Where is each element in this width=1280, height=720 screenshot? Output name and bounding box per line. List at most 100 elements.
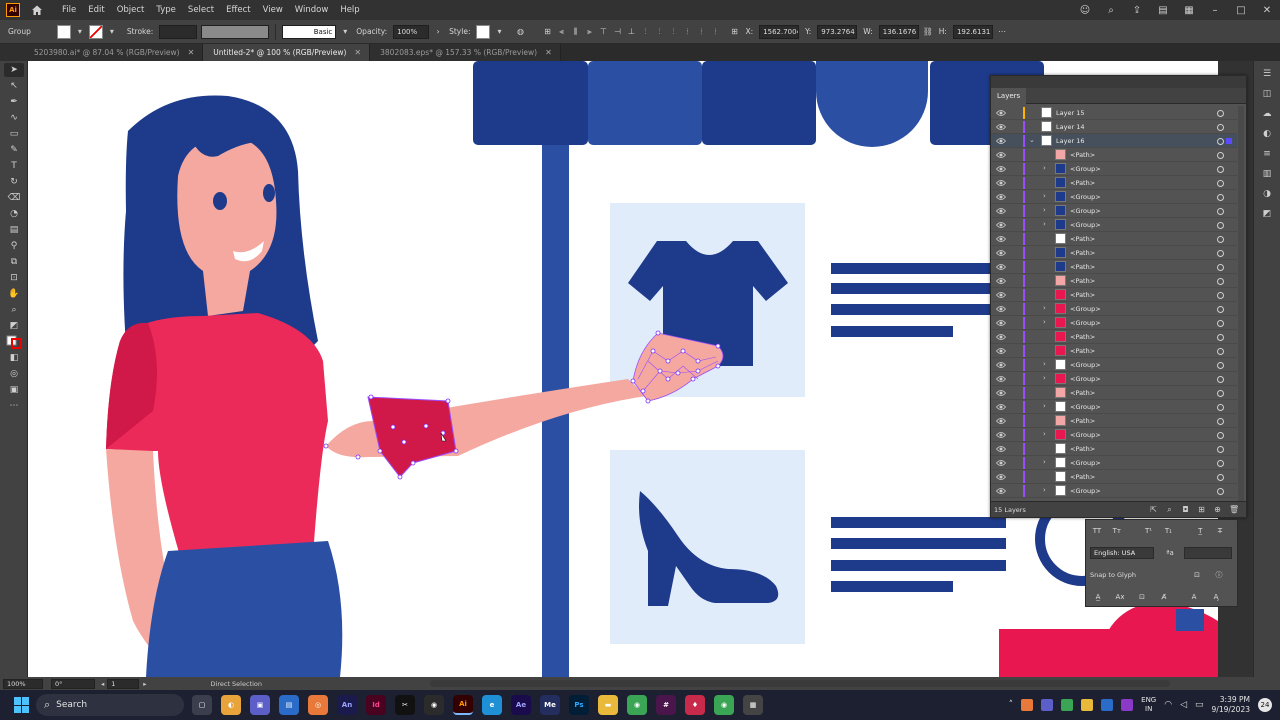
curvature-tool-icon[interactable]: ∿ <box>4 111 24 125</box>
color-icon[interactable]: ◐ <box>1260 127 1274 141</box>
after-effects-app-icon[interactable]: Ae <box>511 695 531 715</box>
layers-scrollbar[interactable] <box>1238 106 1244 502</box>
illustrator-app-icon[interactable]: Ai <box>453 695 473 715</box>
distribute-left-icon[interactable]: ⦙ <box>681 25 693 39</box>
arrange-documents-icon[interactable]: ▤ <box>1156 3 1170 17</box>
panel-titlebar[interactable] <box>991 76 1246 88</box>
chevron-down-icon[interactable]: ▾ <box>106 25 118 39</box>
teams-icon[interactable]: ▣ <box>250 695 270 715</box>
workspace-icon[interactable]: ▦ <box>1182 3 1196 17</box>
visibility-eye-icon[interactable] <box>995 347 1007 355</box>
layer-row[interactable]: Layer 14 <box>991 120 1237 134</box>
layer-name[interactable]: <Path> <box>1070 473 1095 481</box>
menu-effect[interactable]: Effect <box>220 0 256 20</box>
layer-name[interactable]: <Path> <box>1070 151 1095 159</box>
visibility-eye-icon[interactable] <box>995 249 1007 257</box>
layer-row[interactable]: Layer 15 <box>991 106 1237 120</box>
chevron-right-icon[interactable]: › <box>1043 486 1046 494</box>
layer-row[interactable]: › <Group> <box>991 218 1237 232</box>
layer-row[interactable]: › <Group> <box>991 484 1237 498</box>
screen-mode-icon[interactable]: ▣ <box>4 383 24 397</box>
visibility-eye-icon[interactable] <box>995 137 1007 145</box>
chevron-right-icon[interactable]: › <box>1043 206 1046 214</box>
visibility-eye-icon[interactable] <box>995 235 1007 243</box>
visibility-eye-icon[interactable] <box>995 473 1007 481</box>
transform-more-icon[interactable]: ⋯ <box>996 25 1008 39</box>
target-circle-icon[interactable] <box>1217 334 1224 341</box>
github-icon[interactable]: ◉ <box>424 695 444 715</box>
layer-name[interactable]: <Group> <box>1070 221 1101 229</box>
artboard-tool-icon[interactable]: ⊡ <box>4 271 24 285</box>
tray-app-icon[interactable] <box>1061 699 1074 711</box>
all-caps-icon[interactable]: TT <box>1090 525 1104 537</box>
target-circle-icon[interactable] <box>1217 124 1224 131</box>
target-circle-icon[interactable] <box>1217 432 1224 439</box>
visibility-eye-icon[interactable] <box>995 403 1007 411</box>
strikethrough-icon[interactable]: T̶ <box>1213 525 1227 537</box>
capcut-icon[interactable]: ✂ <box>395 695 415 715</box>
visibility-eye-icon[interactable] <box>995 193 1007 201</box>
transparency-icon[interactable]: ◑ <box>1260 187 1274 201</box>
type-tool-icon[interactable]: T <box>4 159 24 173</box>
chevron-down-icon[interactable]: ▾ <box>74 25 86 39</box>
target-circle-icon[interactable] <box>1217 474 1224 481</box>
stroke-icon[interactable]: ≡ <box>1260 147 1274 161</box>
slack-icon[interactable]: # <box>656 695 676 715</box>
target-circle-icon[interactable] <box>1217 390 1224 397</box>
gradient-tool-icon[interactable]: ▤ <box>4 223 24 237</box>
file-explorer-icon[interactable]: ▢ <box>192 695 212 715</box>
brush-definition-select[interactable]: Basic <box>282 24 337 39</box>
layer-name[interactable]: Layer 15 <box>1056 109 1084 117</box>
distribute-top-icon[interactable]: ⫶ <box>639 25 651 39</box>
visibility-eye-icon[interactable] <box>995 291 1007 299</box>
layer-name[interactable]: <Group> <box>1070 319 1101 327</box>
layer-row[interactable]: › <Group> <box>991 358 1237 372</box>
layer-name[interactable]: <Group> <box>1070 403 1101 411</box>
visibility-eye-icon[interactable] <box>995 151 1007 159</box>
layer-name[interactable]: <Path> <box>1070 417 1095 425</box>
target-circle-icon[interactable] <box>1217 320 1224 327</box>
chevron-right-icon[interactable]: › <box>1043 374 1046 382</box>
menu-file[interactable]: File <box>56 0 82 20</box>
selection-indicator[interactable] <box>1226 138 1232 144</box>
notification-badge[interactable]: 24 <box>1258 698 1272 712</box>
visibility-eye-icon[interactable] <box>995 431 1007 439</box>
layer-row[interactable]: › <Group> <box>991 400 1237 414</box>
tab-untitled-2[interactable]: Untitled-2* @ 100 % (RGB/Preview) ✕ <box>203 44 371 61</box>
close-icon[interactable]: ✕ <box>188 48 195 57</box>
layer-name[interactable]: <Group> <box>1070 207 1101 215</box>
draw-mode-icon[interactable]: ◎ <box>4 367 24 381</box>
target-circle-icon[interactable] <box>1217 222 1224 229</box>
zoom-tool-icon[interactable]: ⌕ <box>4 303 24 317</box>
tab-3802083[interactable]: 3802083.eps* @ 157.33 % (RGB/Preview) ✕ <box>370 44 561 61</box>
visibility-eye-icon[interactable] <box>995 109 1007 117</box>
chevron-right-icon[interactable]: › <box>1043 458 1046 466</box>
chevron-right-icon[interactable]: › <box>1043 192 1046 200</box>
layer-row[interactable]: <Path> <box>991 414 1237 428</box>
new-sublayer-icon[interactable]: ⊞ <box>1197 505 1206 514</box>
menu-select[interactable]: Select <box>182 0 220 20</box>
widgets-icon[interactable]: ◐ <box>221 695 241 715</box>
layer-name[interactable]: Layer 16 <box>1056 137 1084 145</box>
recolor-artwork-icon[interactable]: ◍ <box>514 25 526 39</box>
layer-name[interactable]: <Path> <box>1070 277 1095 285</box>
visibility-eye-icon[interactable] <box>995 417 1007 425</box>
visibility-eye-icon[interactable] <box>995 165 1007 173</box>
clock[interactable]: 3:39 PM 9/19/2023 <box>1212 695 1250 715</box>
stroke-swatch[interactable] <box>88 24 103 39</box>
artboard-select[interactable]: 1 <box>107 678 140 689</box>
start-button[interactable] <box>14 697 30 713</box>
layer-row[interactable]: <Path> <box>991 344 1237 358</box>
layers-icon[interactable]: ◫ <box>1260 87 1274 101</box>
snap-baseline-icon[interactable]: A̲ <box>1090 591 1106 603</box>
color-mode-icon[interactable]: ◧ <box>4 351 24 365</box>
layer-row[interactable]: <Path> <box>991 260 1237 274</box>
visibility-eye-icon[interactable] <box>995 305 1007 313</box>
share-icon[interactable]: ⇪ <box>1130 3 1144 17</box>
game-app-icon[interactable]: ♦ <box>685 695 705 715</box>
tray-app-icon[interactable] <box>1081 699 1094 711</box>
clipping-mask-icon[interactable]: ◘ <box>1181 505 1190 514</box>
target-circle-icon[interactable] <box>1217 446 1224 453</box>
align-middle-icon[interactable]: ⊣ <box>611 25 623 39</box>
layer-name[interactable]: <Group> <box>1070 165 1101 173</box>
